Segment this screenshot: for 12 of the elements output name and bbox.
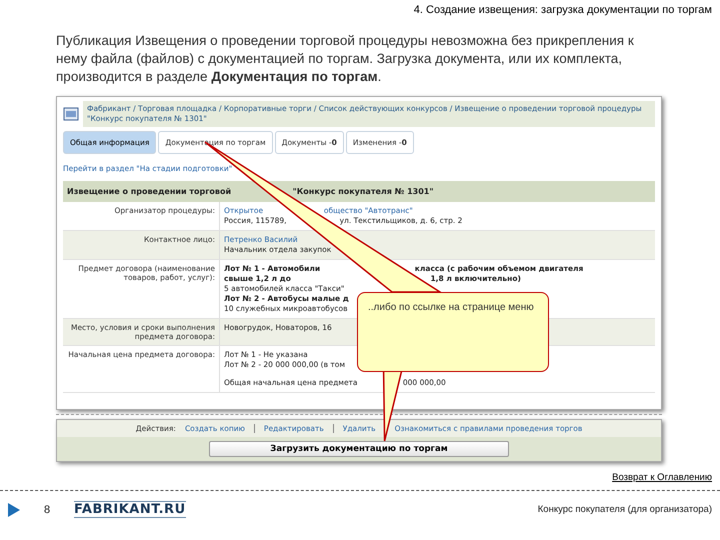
window-icon	[63, 107, 79, 121]
upload-button[interactable]: Загрузить документацию по торгам	[209, 441, 509, 457]
play-icon[interactable]	[8, 502, 20, 516]
intro-paragraph: Публикация Извещения о проведении торговой процедуры невозможна без прикрепления к нему файла (файлов) с документацией по торгам. Загрузка документа, или их комплекта, производится в разделе Документация по торгам.	[56, 32, 635, 86]
footer-caption: Конкурс покупателя (для организатора)	[538, 504, 712, 515]
callout-tooltip: ..либо по ссылке на странице меню	[357, 292, 549, 372]
table-title: Извещение о проведении торговой	[67, 187, 232, 196]
slide-title: 4. Создание извещения: загрузка документации по торгам	[414, 4, 712, 18]
toc-link[interactable]: Возврат к Оглавлению	[612, 472, 712, 490]
page-number: 8	[44, 504, 52, 516]
logo: FABRIKANT.RU	[74, 501, 186, 518]
table-title: "Конкурс покупателя № 1301"	[292, 187, 434, 196]
